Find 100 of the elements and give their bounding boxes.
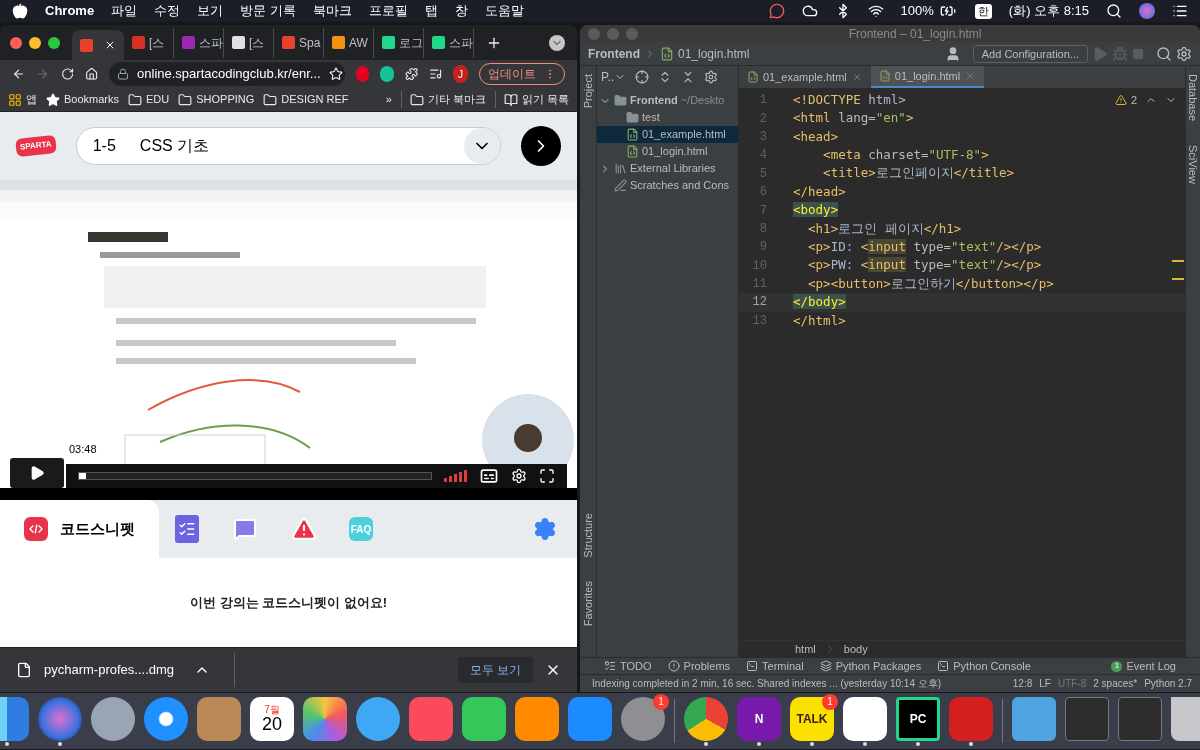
tree-item[interactable]: External Libraries <box>597 160 738 177</box>
apple-icon[interactable] <box>12 3 28 19</box>
volume-icon[interactable] <box>444 470 467 482</box>
chat-bubble-icon[interactable] <box>768 3 785 19</box>
close-icon[interactable] <box>104 39 116 51</box>
siri-icon[interactable] <box>1139 3 1155 19</box>
tree-item[interactable]: Frontend ~/Deskto <box>597 92 738 109</box>
menu-item[interactable]: 수정 <box>154 1 181 21</box>
tool-window-button[interactable]: TODO <box>604 657 652 675</box>
search-icon[interactable] <box>1106 3 1122 19</box>
bookmark[interactable]: Bookmarks <box>46 91 120 108</box>
app-icon[interactable] <box>843 696 887 741</box>
tool-window-tab[interactable]: SciView <box>1184 145 1200 185</box>
editor-tab[interactable]: 01_example.html <box>739 66 871 88</box>
browser-tab[interactable]: 스파 <box>424 27 474 58</box>
fullscreen-icon[interactable] <box>539 468 555 484</box>
menu-item[interactable]: 보기 <box>197 1 224 21</box>
media-icon[interactable] <box>428 66 443 82</box>
breadcrumb-item[interactable]: Frontend <box>588 44 640 63</box>
menu-app-name[interactable]: Chrome <box>45 1 95 21</box>
menu-item[interactable]: 북마크 <box>312 1 352 21</box>
app-icon[interactable] <box>144 696 188 741</box>
app-icon[interactable] <box>91 696 135 741</box>
app-icon[interactable] <box>462 696 506 741</box>
menu-clock[interactable]: (화) 오후 8:15 <box>1008 1 1089 21</box>
tree-item[interactable]: 01_example.html <box>597 126 738 143</box>
browser-tab[interactable] <box>72 30 124 60</box>
editor-tab[interactable]: 01_login.html <box>870 66 985 88</box>
panel-tab[interactable]: 코드스니펫 <box>0 500 159 558</box>
back-icon[interactable] <box>12 66 26 82</box>
next-lesson-button[interactable] <box>521 126 561 166</box>
menu-item[interactable]: 창 <box>454 1 468 21</box>
tool-window-tab[interactable]: Favorites <box>580 580 597 626</box>
bookmark[interactable]: 기타 북마크 <box>400 91 486 108</box>
menu-item[interactable]: 도움말 <box>484 1 524 21</box>
locate-icon[interactable] <box>635 70 650 84</box>
profile-avatar[interactable]: J <box>453 65 469 83</box>
menu-item[interactable]: 프로필 <box>368 1 408 21</box>
app-icon[interactable]: N <box>737 696 781 741</box>
run-configuration-button[interactable]: Add Configuration... <box>972 44 1088 63</box>
bookmark[interactable]: 앱 <box>8 91 37 108</box>
pin-extension-icon[interactable] <box>356 66 370 82</box>
app-icon[interactable]: 7월 20 <box>250 696 294 741</box>
tool-window-tab[interactable]: Database <box>1184 74 1200 122</box>
extensions-icon[interactable] <box>404 66 418 82</box>
app-icon[interactable] <box>515 696 559 741</box>
breadcrumb-item[interactable]: 01_login.html <box>678 44 750 63</box>
line-ending[interactable]: LF <box>1039 676 1051 691</box>
play-icon <box>29 465 45 481</box>
lesson-selector[interactable]: 1-5 CSS 기초 <box>75 127 501 165</box>
menu-item[interactable]: 파일 <box>111 1 138 21</box>
bookmark[interactable]: 읽기 목록 <box>494 91 569 108</box>
indent-setting[interactable]: 2 spaces* <box>1093 676 1138 691</box>
menu-item[interactable]: 탭 <box>424 1 438 21</box>
input-source[interactable]: 한 <box>974 3 992 19</box>
tree-item[interactable]: Scratches and Cons <box>597 177 738 194</box>
app-icon[interactable]: PC <box>896 696 940 741</box>
cloud-icon[interactable] <box>801 3 818 19</box>
app-icon-label: TALK <box>796 710 828 728</box>
bookmark[interactable]: SHOPPING <box>178 91 255 108</box>
play-button[interactable] <box>10 458 64 488</box>
star-icon[interactable] <box>328 67 343 81</box>
app-icon[interactable] <box>303 696 347 741</box>
tool-window-button[interactable]: Python Console <box>937 657 1031 675</box>
path-item[interactable]: html <box>795 640 816 658</box>
wifi-icon[interactable] <box>867 3 884 19</box>
event-log-button[interactable]: 1 Event Log <box>1111 657 1176 675</box>
tab-search-button[interactable] <box>549 34 565 51</box>
browser-tab[interactable]: 스파 <box>174 27 224 58</box>
interpreter[interactable]: Python 2.7 <box>1144 676 1196 691</box>
download-item[interactable]: pycharm-profes....dmg <box>44 660 175 680</box>
tree-item[interactable]: test <box>597 109 738 126</box>
tool-window-tab[interactable]: Project <box>580 74 597 109</box>
tree-item[interactable]: 01_login.html <box>597 143 738 160</box>
bookmarks-overflow[interactable]: » <box>385 91 392 108</box>
list-icon <box>604 660 616 672</box>
browser-tab[interactable]: AW <box>324 27 374 58</box>
show-all-button[interactable]: 모두 보기 <box>457 657 533 683</box>
browser-tab[interactable]: [스 <box>224 27 274 58</box>
tool-window-button[interactable]: Python Packages <box>819 657 922 675</box>
address-bar[interactable]: online.spartacodingclub.kr/enr... <box>109 62 346 86</box>
bookmark[interactable]: EDU <box>128 91 170 108</box>
browser-tab[interactable]: Spa <box>274 27 324 58</box>
browser-tab[interactable]: [스 <box>124 27 174 58</box>
logo[interactable]: SPARTA <box>15 134 57 158</box>
tool-window-button[interactable]: Problems <box>667 657 731 675</box>
captions-icon[interactable] <box>479 466 499 486</box>
app-icon[interactable] <box>684 696 728 741</box>
control-center-icon[interactable] <box>1172 3 1188 19</box>
caret-position[interactable]: 12:8 <box>1012 676 1033 691</box>
bookmark[interactable]: DESIGN REF <box>263 91 349 108</box>
warning-indicator[interactable]: 2 <box>1114 92 1137 109</box>
menu-item[interactable]: 방문 기록 <box>240 1 296 21</box>
home-icon[interactable] <box>84 66 99 82</box>
browser-tab[interactable]: 로그 <box>374 27 424 58</box>
tool-window-button[interactable]: Terminal <box>746 657 804 675</box>
reload-icon[interactable] <box>60 66 74 82</box>
tool-window-tab[interactable]: Structure <box>580 513 597 558</box>
path-item[interactable]: body <box>843 640 868 658</box>
project-view-dropdown[interactable]: P.. <box>601 68 627 86</box>
